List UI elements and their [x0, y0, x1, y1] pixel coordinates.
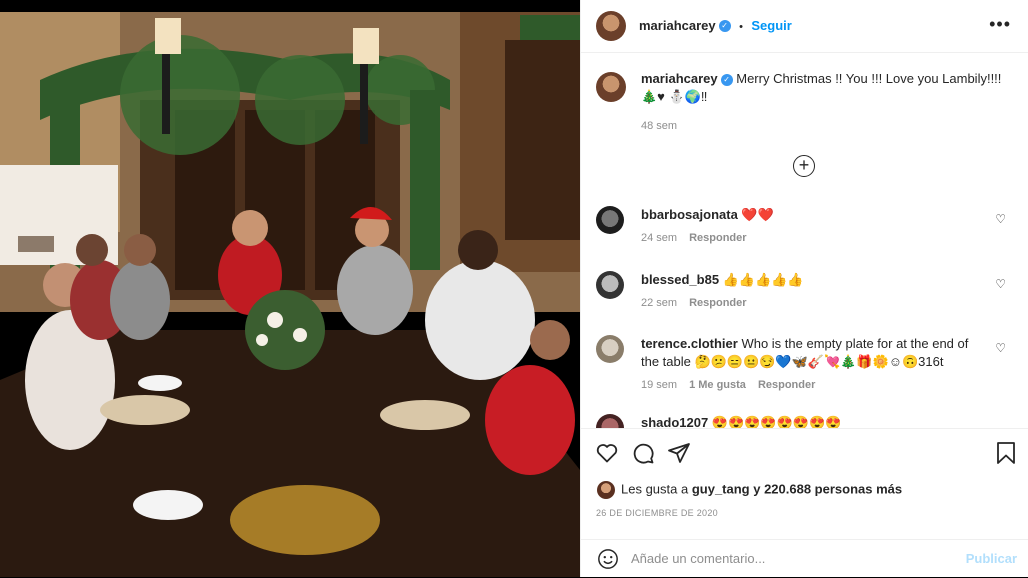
like-comment-heart-icon[interactable]: ♡ [995, 341, 1006, 355]
save-bookmark-icon[interactable] [995, 441, 1017, 465]
publish-button[interactable]: Publicar [966, 551, 1017, 566]
caption-verified-icon: ✓ [720, 73, 733, 86]
caption-avatar[interactable] [596, 72, 626, 102]
comment-body: blessed_b85 👍👍👍👍👍 22 sem Responder [641, 271, 986, 309]
author-avatar[interactable] [596, 11, 626, 41]
separator-dot: • [739, 21, 743, 33]
post-sidebar: mariahcarey ✓ • Seguir ••• mariahcarey ✓ M… [580, 0, 1028, 577]
reply-button[interactable]: Responder [758, 379, 815, 391]
commenter-avatar[interactable] [596, 414, 624, 428]
post-header: mariahcarey ✓ • Seguir ••• [581, 0, 1028, 53]
comment-item-partial: shado1207 😍😍😍😍😍😍😍😍 [596, 414, 1016, 428]
like-comment-heart-icon[interactable]: ♡ [995, 212, 1006, 226]
comment-text: ❤️❤️ [741, 207, 774, 222]
commenter-avatar[interactable] [596, 271, 624, 299]
liker-username[interactable]: guy_tang [692, 481, 750, 496]
caption-body: mariahcarey ✓ Merry Christmas !! You !!! … [641, 70, 1011, 132]
like-heart-icon[interactable] [595, 441, 619, 465]
more-options-icon[interactable]: ••• [989, 14, 1011, 35]
header-user-row: mariahcarey ✓ • Seguir [639, 17, 792, 35]
likes-count[interactable]: y 220.688 personas más [750, 481, 902, 496]
likes-summary: Les gusta a guy_tang y 220.688 personas … [597, 481, 902, 499]
reply-button[interactable]: Responder [689, 232, 746, 244]
caption-age[interactable]: 48 sem [641, 120, 1011, 132]
comment-age[interactable]: 19 sem [641, 379, 677, 391]
author-username[interactable]: mariahcarey [639, 18, 716, 33]
comment-age[interactable]: 24 sem [641, 232, 677, 244]
like-comment-heart-icon[interactable]: ♡ [995, 277, 1006, 291]
comment-text: 👍👍👍👍👍 [722, 272, 804, 287]
comment-username[interactable]: terence.clothier [641, 336, 738, 351]
commenter-avatar[interactable] [596, 206, 624, 234]
comment-username[interactable]: blessed_b85 [641, 272, 719, 287]
comment-age[interactable]: 22 sem [641, 297, 677, 309]
verified-badge-icon: ✓ [718, 19, 731, 32]
share-send-icon[interactable] [667, 441, 691, 465]
comment-body: shado1207 😍😍😍😍😍😍😍😍 [641, 414, 986, 428]
comment-text: 😍😍😍😍😍😍😍😍 [711, 415, 842, 428]
commenter-avatar[interactable] [596, 335, 624, 363]
comment-like-count[interactable]: 1 Me gusta [689, 379, 746, 391]
post-actions: Les gusta a guy_tang y 220.688 personas … [581, 428, 1028, 577]
add-comment-bar: Añade un comentario... Publicar [581, 539, 1028, 578]
comment-bubble-icon[interactable] [631, 441, 655, 465]
christmas-dinner-photo [0, 0, 580, 577]
post-date[interactable]: 26 DE DICIEMBRE DE 2020 [596, 508, 718, 518]
caption-text-line: mariahcarey ✓ Merry Christmas !! You !!! … [641, 70, 1011, 106]
comment-username[interactable]: bbarbosajonata [641, 207, 738, 222]
emoji-smiley-icon[interactable] [597, 548, 619, 570]
reply-button[interactable]: Responder [689, 297, 746, 309]
comment-username[interactable]: shado1207 [641, 415, 708, 428]
comment-body: terence.clothier Who is the empty plate … [641, 335, 986, 391]
post-photo[interactable] [0, 0, 580, 577]
add-comment-input[interactable]: Añade un comentario... [631, 551, 765, 566]
liker-avatar[interactable] [597, 481, 615, 499]
comment-body: bbarbosajonata ❤️❤️ 24 sem Responder [641, 206, 986, 244]
caption-username[interactable]: mariahcarey [641, 71, 718, 86]
likes-prefix: Les gusta a [621, 481, 692, 497]
load-more-comments-icon[interactable]: + [793, 155, 815, 177]
follow-button[interactable]: Seguir [751, 18, 791, 33]
